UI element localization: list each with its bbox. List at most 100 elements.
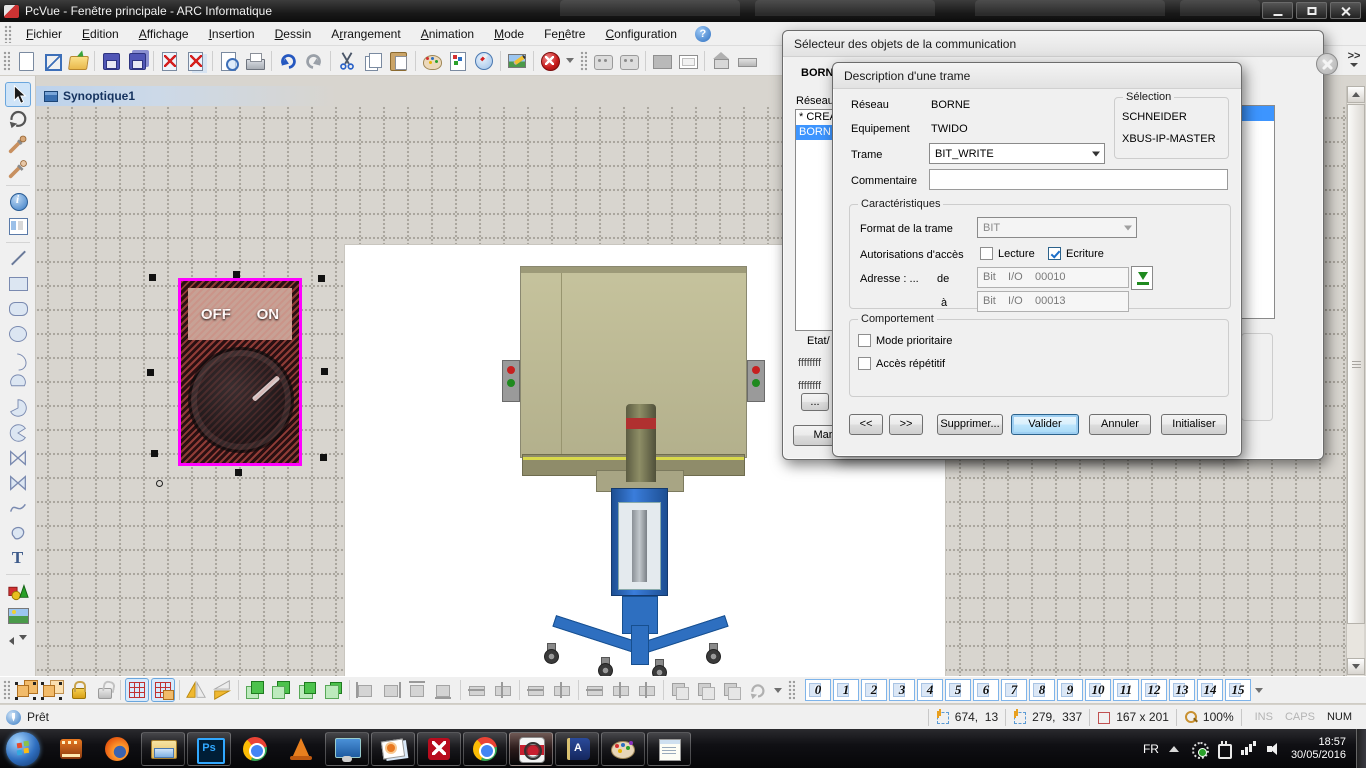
menu-item-insertion[interactable]: Insertion	[199, 24, 265, 44]
menu-item-dessin[interactable]: Dessin	[265, 24, 322, 44]
scroll-up-button[interactable]	[1347, 86, 1365, 103]
layer-button-14[interactable]: 14	[1197, 679, 1223, 701]
selection-handle[interactable]	[235, 469, 242, 476]
selection-handle[interactable]	[318, 275, 325, 282]
order-up-icon[interactable]	[295, 678, 319, 702]
commentaire-input[interactable]	[929, 169, 1228, 190]
taskbar-vlc[interactable]	[279, 732, 323, 766]
menubar-grip[interactable]	[4, 25, 12, 43]
panel-filled-icon[interactable]	[650, 49, 674, 73]
menu-item-fenêtre[interactable]: Fenêtre	[534, 24, 595, 44]
menu-item-affichage[interactable]: Affichage	[129, 24, 199, 44]
taskbar-paint[interactable]	[601, 732, 645, 766]
menu-item-mode[interactable]: Mode	[484, 24, 534, 44]
layer-button-10[interactable]: 10	[1085, 679, 1111, 701]
scrollbar-thumb[interactable]	[1347, 104, 1365, 624]
same-height-icon[interactable]	[550, 678, 574, 702]
disabled-close-icon[interactable]	[1316, 53, 1338, 75]
switch-object[interactable]: OFF ON	[178, 278, 302, 466]
layer-button-2[interactable]: 2	[861, 679, 887, 701]
annuler-button[interactable]: Annuler	[1089, 414, 1151, 435]
ecriture-checkbox[interactable]: Ecriture	[1048, 247, 1104, 260]
show-desktop-button[interactable]	[1356, 729, 1366, 768]
scroll-down-button[interactable]	[1347, 658, 1365, 675]
socket-a-icon[interactable]	[591, 49, 615, 73]
polygon-filled-tool-icon[interactable]	[5, 471, 31, 496]
designer-icon[interactable]	[446, 49, 470, 73]
help-icon[interactable]: ?	[695, 26, 711, 42]
toolbar-overflow-button[interactable]: >>	[1344, 50, 1364, 74]
polygon-tool-icon[interactable]	[5, 446, 31, 471]
scroll-arrows-tool-icon[interactable]	[5, 628, 31, 653]
layer-button-3[interactable]: 3	[889, 679, 915, 701]
grid-object-icon[interactable]	[151, 678, 175, 702]
cut-icon[interactable]	[335, 49, 359, 73]
toolbar-grip[interactable]	[580, 51, 587, 71]
same-width-icon[interactable]	[524, 678, 548, 702]
lock-icon[interactable]	[66, 678, 90, 702]
next-button[interactable]: >>	[889, 414, 923, 435]
canvas-vertical-scrollbar[interactable]	[1346, 86, 1364, 676]
mode-prioritaire-checkbox[interactable]: Mode prioritaire	[858, 334, 952, 347]
selection-handle[interactable]	[233, 271, 240, 278]
list-item[interactable]	[1242, 106, 1274, 121]
menu-item-animation[interactable]: Animation	[411, 24, 484, 44]
layers-overflow-icon[interactable]	[1255, 688, 1263, 693]
pie-tool-icon[interactable]	[5, 396, 31, 421]
delete-docs-icon[interactable]	[184, 49, 208, 73]
rounded-rectangle-tool-icon[interactable]	[5, 296, 31, 321]
valider-button[interactable]: Valider	[1011, 414, 1079, 435]
layer-button-6[interactable]: 6	[973, 679, 999, 701]
fit-both-icon[interactable]	[635, 678, 659, 702]
rotate-any-icon[interactable]	[746, 678, 770, 702]
sync-icon[interactable]	[1191, 741, 1207, 757]
layer-button-5[interactable]: 5	[945, 679, 971, 701]
network-list-item[interactable]: BORN	[796, 125, 836, 140]
pipette-tool-icon[interactable]	[5, 132, 31, 157]
layer-button-12[interactable]: 12	[1141, 679, 1167, 701]
taskbar-explorer[interactable]	[141, 732, 185, 766]
layer-button-1[interactable]: 1	[833, 679, 859, 701]
overlap-b-icon[interactable]	[694, 678, 718, 702]
taskbar-notepad[interactable]	[647, 732, 691, 766]
delete-doc-icon[interactable]	[158, 49, 182, 73]
stop-icon[interactable]	[538, 49, 562, 73]
selection-handle[interactable]	[147, 369, 154, 376]
curve-tool-icon[interactable]	[5, 496, 31, 521]
save-all-icon[interactable]	[125, 49, 149, 73]
inner-dialog-titlebar[interactable]: Description d'une trame	[833, 63, 1241, 89]
selection-handle[interactable]	[321, 368, 328, 375]
volume-icon[interactable]	[1266, 741, 1282, 757]
network-listbox[interactable]: * CREABORN	[795, 109, 837, 331]
align-bottom-icon[interactable]	[432, 678, 456, 702]
taskbar-firefox[interactable]	[95, 732, 139, 766]
copy-icon[interactable]	[361, 49, 385, 73]
info-tool-icon[interactable]	[5, 189, 31, 214]
taskbar-adobe-reader[interactable]	[417, 732, 461, 766]
cube-icon[interactable]	[40, 49, 64, 73]
address-picker-button[interactable]	[1131, 266, 1153, 290]
group-icon[interactable]	[14, 678, 38, 702]
socket-b-icon[interactable]	[617, 49, 641, 73]
lecture-checkbox[interactable]: Lecture	[980, 247, 1035, 260]
rotation-handle[interactable]	[156, 480, 163, 487]
pipette-2-tool-icon[interactable]	[5, 157, 31, 182]
taskbar-photo-viewer[interactable]	[371, 732, 415, 766]
print-preview-icon[interactable]	[217, 49, 241, 73]
layer-button-13[interactable]: 13	[1169, 679, 1195, 701]
align-top-icon[interactable]	[406, 678, 430, 702]
taskbar-chrome[interactable]	[233, 732, 277, 766]
menu-item-edition[interactable]: Edition	[72, 24, 129, 44]
arc-tool-icon[interactable]	[5, 346, 31, 371]
fit-width-icon[interactable]	[583, 678, 607, 702]
maximize-button[interactable]	[1296, 2, 1327, 19]
trame-combobox[interactable]: BIT_WRITE	[929, 143, 1105, 164]
menu-item-fichier[interactable]: Fichier	[16, 24, 72, 44]
network-icon[interactable]	[1241, 741, 1257, 757]
browser-icon[interactable]	[472, 49, 496, 73]
save-icon[interactable]	[99, 49, 123, 73]
text-tool-icon[interactable]	[5, 546, 31, 571]
taskbar-photoshop[interactable]	[187, 732, 231, 766]
supprimer-button[interactable]: Supprimer...	[937, 414, 1003, 435]
image-tool-icon[interactable]	[5, 603, 31, 628]
